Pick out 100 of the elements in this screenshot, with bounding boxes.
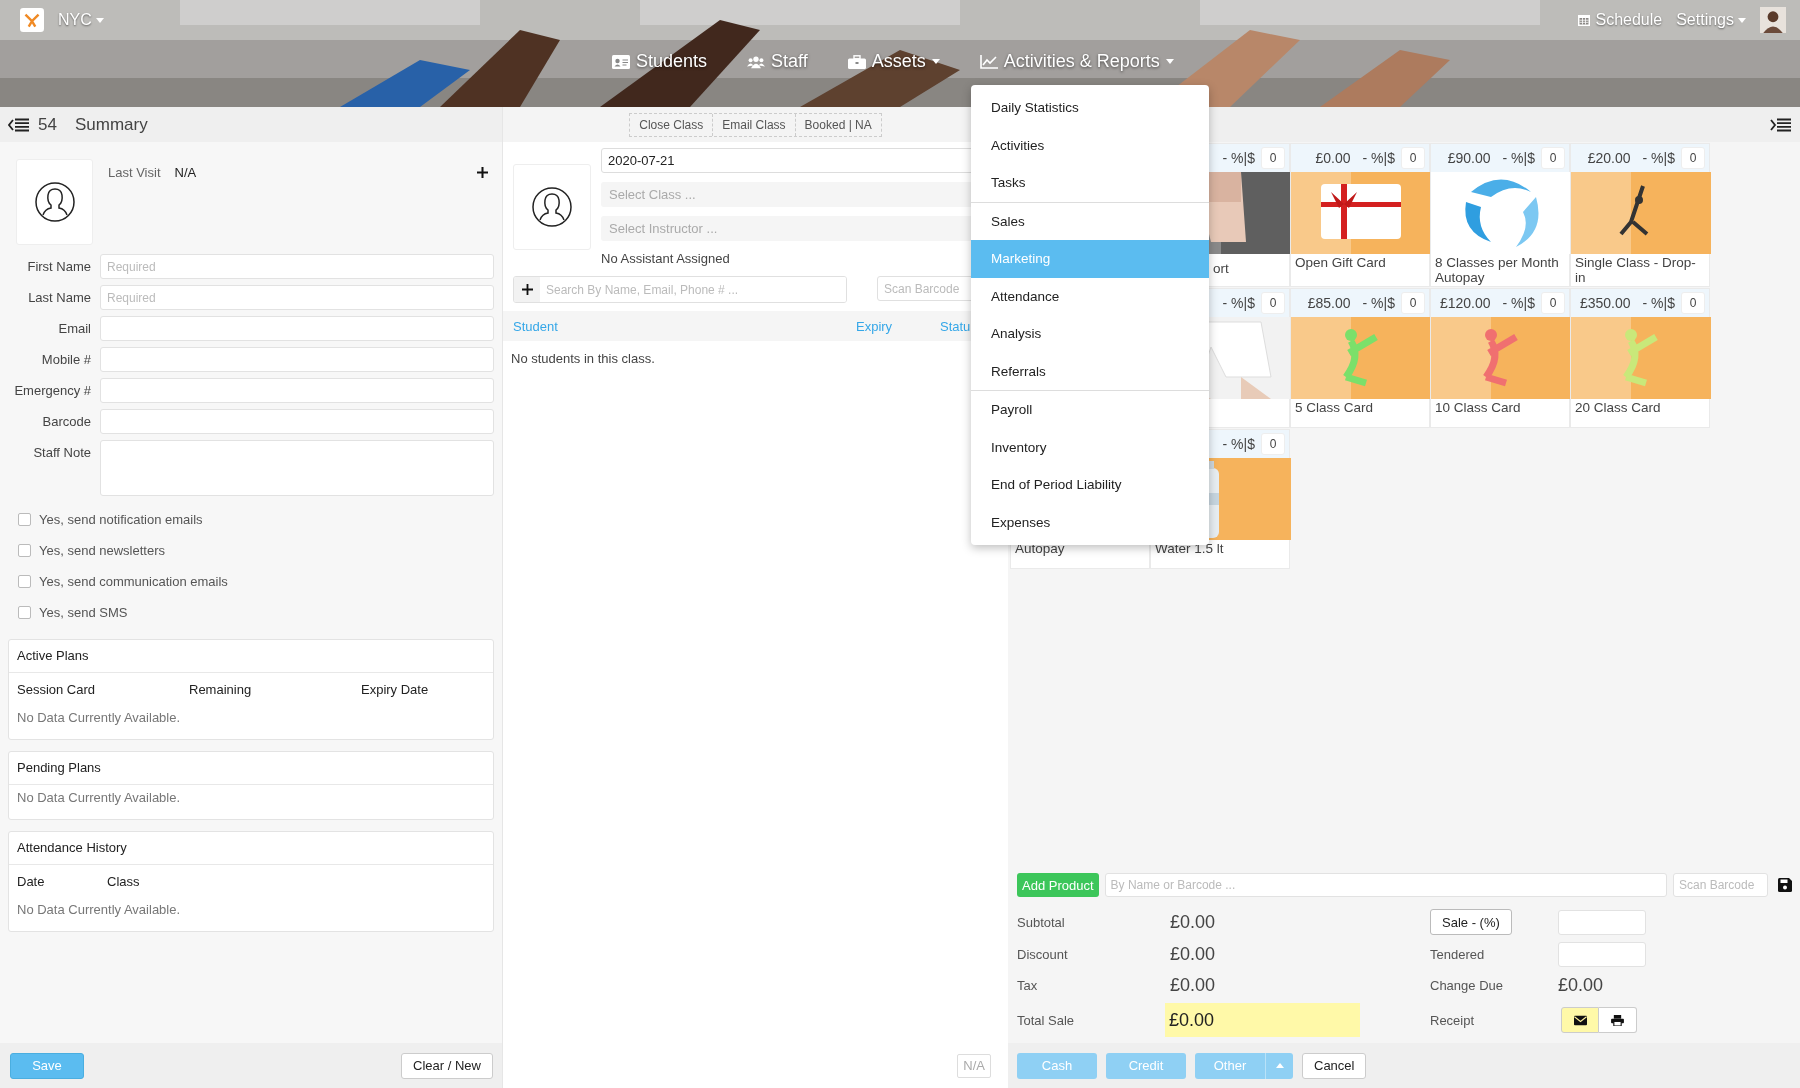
sale-discount-button[interactable]: Sale - (%) [1430,909,1512,935]
text-field[interactable]: Required [100,254,494,279]
text-field[interactable] [100,316,494,341]
receipt-label: Receipt [1430,1012,1476,1028]
text-field[interactable]: Required [100,285,494,310]
product-name[interactable]: 5 Class Card [1295,400,1374,415]
print-receipt-button[interactable] [1599,1007,1637,1033]
menu-item[interactable]: Expenses [971,503,1209,541]
product-name[interactable]: 10 Class Card [1435,400,1521,415]
dropup-toggle[interactable] [1265,1052,1293,1079]
product-name[interactable]: Water 1.5 lt [1155,541,1224,556]
caret-icon [95,17,104,23]
total-label: Subtotal [1017,914,1066,930]
field-label: First Name [26,258,91,276]
discount-toggle[interactable]: - %|$ [1362,150,1395,166]
last-visit-value: N/A [174,165,197,180]
plus-icon[interactable] [477,167,488,178]
quantity-field[interactable]: 0 [1681,147,1705,169]
quantity-field[interactable]: 0 [1401,147,1425,169]
clear-button[interactable]: Clear / New [401,1052,493,1079]
quantity-field[interactable]: 0 [1401,292,1425,314]
field-label: Last Name [27,289,91,307]
column-header: Date [17,873,46,889]
total-value: £0.00 [1170,943,1217,965]
column-header: Remaining [189,681,253,697]
text-area[interactable] [100,440,494,496]
field-label: Mobile # [40,351,91,369]
quantity-field[interactable]: 0 [1261,147,1285,169]
cancel-button[interactable]: Cancel [1302,1052,1367,1079]
envelope-icon [1573,1014,1587,1026]
field-label: Email [57,320,91,338]
assistant-text: No Assistant Assigned [601,251,731,266]
discount-toggle[interactable]: - %|$ [1362,295,1395,311]
product-price: £120.00 [1439,295,1491,311]
quantity-field[interactable]: 0 [1261,292,1285,314]
checkbox[interactable] [18,606,31,619]
menu-item[interactable]: Payroll [971,391,1209,429]
tendered-field[interactable] [1558,941,1646,967]
field-label: Barcode [41,413,91,431]
class-action[interactable]: Email Class [712,113,795,136]
checkbox[interactable] [18,544,31,557]
class-action[interactable]: Booked | NA [794,113,881,136]
class-action[interactable]: Close Class [630,113,713,136]
list-icon[interactable] [8,117,30,132]
discount-toggle[interactable]: - %|$ [1642,150,1675,166]
plus-icon[interactable] [521,284,533,295]
product-price: £350.00 [1579,295,1631,311]
menu-item[interactable]: Analysis [971,315,1209,353]
logo-icon[interactable] [20,8,44,32]
quantity-field[interactable]: 0 [1681,292,1705,314]
menu-item[interactable]: Inventory [971,428,1209,466]
product-price: £85.00 [1307,295,1351,311]
total-label: Discount [1017,946,1069,962]
quantity-field[interactable]: 0 [1541,292,1565,314]
discount-toggle[interactable]: - %|$ [1502,150,1535,166]
barcode-field[interactable]: Scan Barcode [1673,873,1768,897]
menu-item[interactable]: Referrals [971,352,1209,390]
product-name[interactable]: 8 Classes per Month Autopay [1435,255,1565,285]
discount-field[interactable] [1558,909,1646,935]
caret-icon [1738,17,1746,23]
product-name[interactable]: Autopay [1015,541,1065,556]
search-field[interactable]: Search By Name, Email, Phone # ... [513,276,847,303]
product-name[interactable]: ort [1213,261,1229,276]
checkbox-label: Yes, send SMS [39,605,128,620]
discount-toggle[interactable]: - %|$ [1642,295,1675,311]
total-value: £0.00 [1170,911,1217,933]
discount-toggle[interactable]: - %|$ [1222,436,1255,452]
save-icon[interactable] [1778,878,1792,892]
discount-toggle[interactable]: - %|$ [1502,295,1535,311]
menu-item[interactable]: End of Period Liability [971,466,1209,504]
field-label: Emergency # [13,382,91,400]
avatar-icon[interactable] [1760,7,1786,33]
text-field[interactable] [100,409,494,434]
text-field[interactable] [100,378,494,403]
checkbox[interactable] [18,575,31,588]
menu-item[interactable]: Daily Statistics [971,89,1209,127]
checkbox-label: Yes, send newsletters [39,543,165,558]
quantity-field[interactable]: 0 [1541,147,1565,169]
product-name[interactable]: Single Class - Drop-in [1575,255,1705,285]
avatar-placeholder[interactable] [16,159,93,245]
product-search-field[interactable]: By Name or Barcode ... [1104,873,1667,897]
person-icon [34,182,75,222]
card-title: Active Plans [9,640,493,673]
quantity-field[interactable]: 0 [1261,433,1285,455]
product-name[interactable]: Open Gift Card [1295,255,1386,270]
list-icon[interactable] [1770,117,1792,132]
checkbox-label: Yes, send communication emails [39,574,228,589]
email-receipt-button[interactable] [1561,1007,1599,1033]
product-name[interactable]: 20 Class Card [1575,400,1661,415]
checkbox[interactable] [18,513,31,526]
field-label: Staff Note [32,444,91,462]
discount-toggle[interactable]: - %|$ [1222,150,1255,166]
column-header: Session Card [17,681,97,697]
users-icon [747,54,766,69]
total-label: Total Sale [1017,1012,1076,1028]
text-field[interactable] [100,347,494,372]
calendar-icon [1577,13,1592,27]
student-count: 54 [38,114,57,135]
discount-toggle[interactable]: - %|$ [1222,295,1255,311]
total-value: £0.00 [1170,974,1217,996]
